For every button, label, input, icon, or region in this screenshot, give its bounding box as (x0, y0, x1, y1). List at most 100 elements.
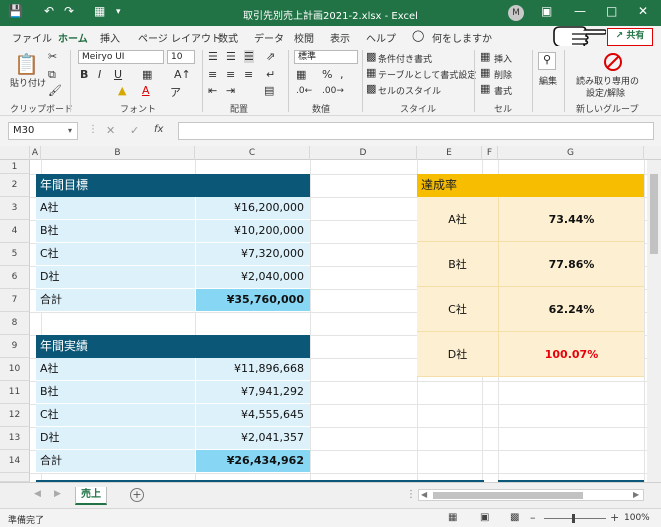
total-value[interactable]: ¥35,760,000 (195, 289, 310, 312)
table-row-label[interactable]: A社 (36, 358, 195, 381)
ribbon-display-icon[interactable]: ▣ (541, 4, 552, 18)
underline-icon[interactable]: U (114, 68, 122, 81)
vertical-scrollbar[interactable] (647, 160, 661, 482)
page-break-view-icon[interactable]: ▩ (510, 512, 519, 523)
border-icon[interactable]: ▦ (142, 68, 152, 81)
cell-styles-button[interactable]: セルのスタイル (378, 84, 441, 97)
page-layout-view-icon[interactable]: ▣ (480, 512, 489, 523)
column-header[interactable]: D (310, 146, 417, 160)
table-row-value[interactable]: ¥7,941,292 (195, 381, 310, 404)
font-color-icon[interactable]: A (142, 84, 150, 97)
table-row-value[interactable]: ¥10,200,000 (195, 220, 310, 243)
table-row-label[interactable]: B社 (417, 242, 498, 287)
tab-view[interactable]: 表示 (330, 30, 350, 45)
table-row-value[interactable]: ¥2,040,000 (195, 266, 310, 289)
format-painter-icon[interactable]: 🖌 (48, 84, 62, 97)
table-row-label[interactable]: D社 (36, 266, 195, 289)
row-header[interactable]: 7 (0, 289, 30, 312)
tab-formulas[interactable]: 数式 (218, 30, 238, 45)
delete-cells-button[interactable]: 削除 (494, 68, 512, 81)
add-sheet-icon[interactable]: + (130, 488, 144, 502)
row-header[interactable]: 1 (0, 160, 30, 174)
tab-help[interactable]: ヘルプ (366, 30, 396, 45)
tab-file[interactable]: ファイル (12, 30, 52, 45)
table-row-label[interactable]: C社 (417, 287, 498, 332)
orientation-icon[interactable]: ⇗ (266, 50, 275, 63)
format-as-table-button[interactable]: テーブルとして書式設定 (378, 68, 476, 81)
align-top-icon[interactable]: ☰ (208, 50, 218, 63)
align-bottom-icon[interactable]: ☰ (244, 50, 254, 63)
conditional-format-button[interactable]: 条件付き書式 (378, 52, 432, 65)
copy-icon[interactable]: ⧉ (48, 68, 56, 82)
align-right-icon[interactable]: ≡ (244, 68, 253, 81)
table-row-label[interactable]: B社 (36, 381, 195, 404)
table-row-value[interactable]: ¥7,320,000 (195, 243, 310, 266)
column-header[interactable]: C (195, 146, 310, 160)
enter-icon[interactable]: ✓ (130, 124, 139, 137)
row-header[interactable]: 8 (0, 312, 30, 335)
insert-function-icon[interactable]: fx (154, 124, 163, 135)
row-header[interactable]: 2 (0, 174, 30, 197)
align-left-icon[interactable]: ≡ (208, 68, 217, 81)
close-icon[interactable]: ✕ (638, 4, 648, 18)
normal-view-icon[interactable]: ▦ (448, 512, 457, 523)
maximize-icon[interactable]: □ (606, 4, 617, 18)
table-row-label[interactable]: D社 (417, 332, 498, 377)
row-header[interactable]: 13 (0, 427, 30, 450)
scroll-left-icon[interactable]: ◀ (421, 490, 427, 499)
minimize-icon[interactable]: — (574, 4, 586, 18)
format-cells-button[interactable]: 書式 (494, 84, 512, 97)
decrease-decimal-icon[interactable]: .00→ (322, 86, 344, 96)
percent-icon[interactable]: % (322, 68, 332, 81)
merge-center-icon[interactable]: ▤ (264, 84, 274, 97)
total-label[interactable]: 合計 (36, 289, 195, 312)
zoom-slider[interactable] (544, 514, 606, 523)
table-row-label[interactable]: A社 (36, 197, 195, 220)
row-header[interactable]: 14 (0, 450, 30, 473)
grow-font-icon[interactable]: A↑ (174, 68, 191, 81)
row-header[interactable]: 9 (0, 335, 30, 358)
italic-icon[interactable]: I (98, 68, 101, 81)
total-value[interactable]: ¥26,434,962 (195, 450, 310, 473)
table-row-value[interactable]: ¥16,200,000 (195, 197, 310, 220)
tab-page-layout[interactable]: ページ レイアウト (138, 30, 221, 45)
bold-icon[interactable]: B (80, 68, 88, 81)
worksheet-grid[interactable]: A B C D E F G 1 2 3 4 5 6 7 8 9 10 11 12… (0, 146, 661, 482)
scrollbar-thumb[interactable] (433, 492, 583, 499)
prev-sheet-icon[interactable]: ◀ (34, 489, 41, 499)
formula-input[interactable] (178, 122, 654, 140)
table-row-value[interactable]: ¥11,896,668 (195, 358, 310, 381)
currency-icon[interactable]: ▦ (296, 68, 306, 81)
select-all-corner[interactable] (0, 146, 30, 160)
table-row-label[interactable]: C社 (36, 243, 195, 266)
number-format-combo[interactable]: 標準 (294, 50, 358, 64)
tell-me-search[interactable]: 何をしますか (432, 30, 492, 45)
phonetic-icon[interactable]: ア (170, 84, 181, 100)
chevron-down-icon[interactable]: ▾ (68, 126, 72, 135)
font-size-combo[interactable]: 10 (167, 50, 195, 64)
tab-data[interactable]: データ (254, 30, 284, 45)
table-row-label[interactable]: C社 (36, 404, 195, 427)
table-row-value[interactable]: 100.07% (498, 332, 644, 377)
paste-button[interactable]: 貼り付け (10, 76, 46, 89)
avatar[interactable]: M (508, 5, 524, 21)
zoom-in-icon[interactable]: + (610, 511, 619, 524)
row-header[interactable]: 4 (0, 220, 30, 243)
table-row-value[interactable]: 77.86% (498, 242, 644, 287)
total-label[interactable]: 合計 (36, 450, 195, 473)
table-row-value[interactable]: ¥2,041,357 (195, 427, 310, 450)
increase-decimal-icon[interactable]: .0← (296, 86, 312, 96)
next-sheet-icon[interactable]: ▶ (54, 489, 61, 499)
table-row-value[interactable]: 73.44% (498, 197, 644, 242)
row-header[interactable]: 5 (0, 243, 30, 266)
cut-icon[interactable]: ✂ (48, 50, 57, 63)
row-header[interactable]: 3 (0, 197, 30, 220)
column-header[interactable]: B (41, 146, 195, 160)
column-header[interactable]: A (30, 146, 41, 160)
align-middle-icon[interactable]: ☰ (226, 50, 236, 63)
zoom-slider-thumb[interactable] (572, 514, 575, 523)
targets-title[interactable]: 年間目標 (36, 174, 310, 197)
table-row-label[interactable]: A社 (417, 197, 498, 242)
tab-home[interactable]: ホーム (58, 30, 88, 49)
zoom-out-icon[interactable]: – (530, 511, 536, 524)
